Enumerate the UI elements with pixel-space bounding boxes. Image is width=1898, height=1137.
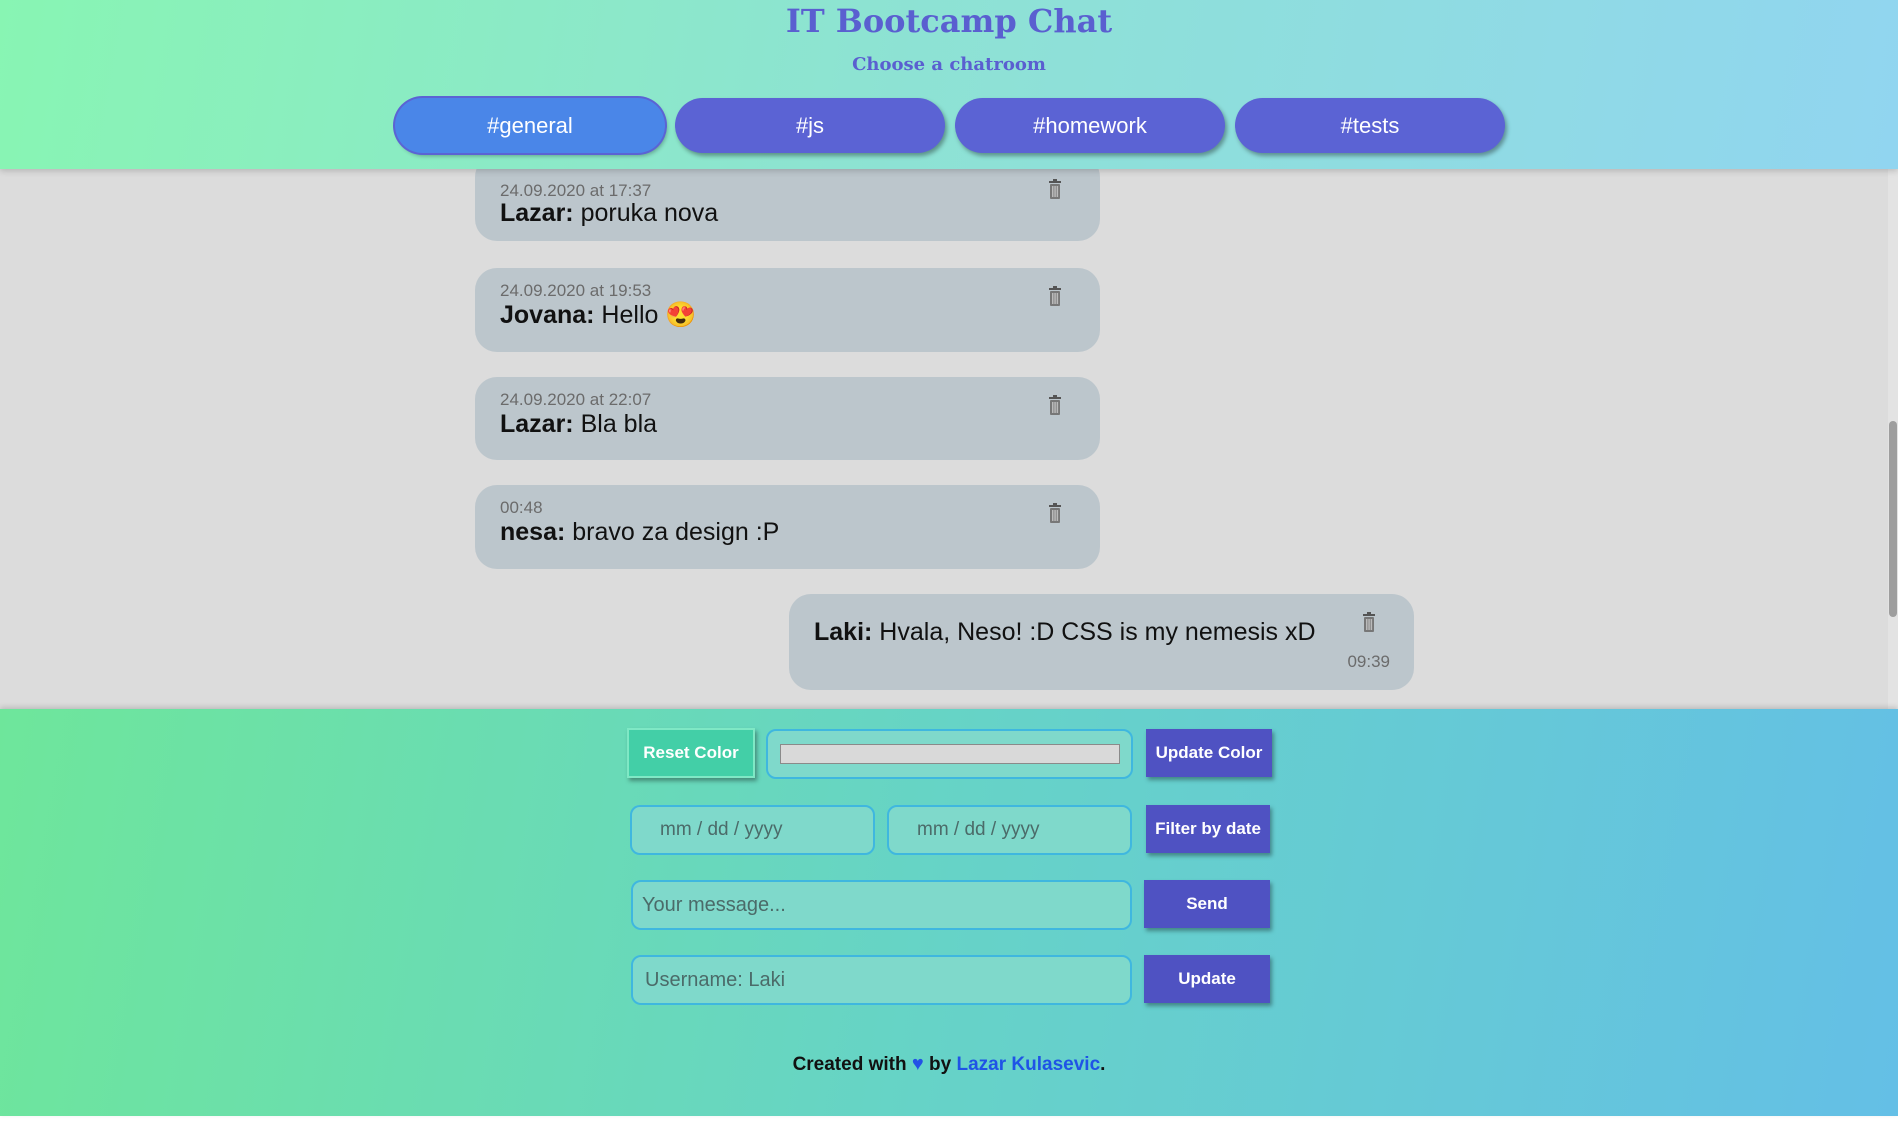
message-time: 24.09.2020 at 19:53	[500, 281, 652, 300]
message-time: 24.09.2020 at 22:07	[500, 390, 652, 409]
message-time: 09:39	[1347, 652, 1390, 671]
heart-icon: ♥	[911, 1053, 924, 1075]
page-subtitle: Choose a chatroom	[852, 54, 1046, 75]
message-content: Lazar: poruka nova	[500, 199, 718, 228]
author-link[interactable]: Lazar Kulasevic	[957, 1054, 1101, 1075]
message-text: Hello 😍	[594, 301, 697, 329]
footer-suffix: .	[1100, 1054, 1106, 1075]
trash-icon[interactable]	[1048, 179, 1062, 199]
chatroom-nav: #general #js #homework #tests	[395, 98, 1505, 153]
message-time: 24.09.2020 at 17:37	[500, 181, 652, 200]
control-panel: Reset Color Update Color mm / dd / yyyy …	[0, 709, 1898, 1116]
message-text: Bla bla	[573, 410, 658, 438]
page-title: IT Bootcamp Chat	[785, 2, 1113, 40]
trash-icon[interactable]	[1362, 612, 1376, 632]
message-content: nesa: bravo za design :P	[500, 518, 779, 547]
message-item-own: Laki: Hvala, Neso! :D CSS is my nemesis …	[789, 594, 1414, 690]
username-input[interactable]: Username: Laki	[631, 955, 1132, 1005]
message-username: Lazar:	[500, 199, 574, 227]
update-color-button[interactable]: Update Color	[1146, 729, 1272, 777]
message-input[interactable]: Your message...	[631, 880, 1132, 930]
message-item: 24.09.2020 at 17:37 Lazar: poruka nova	[475, 169, 1100, 241]
message-item: 00:48 nesa: bravo za design :P	[475, 485, 1100, 569]
message-text: Hvala, Neso! :D CSS is my nemesis xD	[872, 618, 1316, 646]
room-button-js[interactable]: #js	[675, 98, 945, 153]
message-item: 24.09.2020 at 22:07 Lazar: Bla bla	[475, 377, 1100, 460]
footer-credit: Created with ♥ by Lazar Kulasevic.	[0, 1053, 1898, 1076]
message-text: bravo za design :P	[565, 518, 780, 546]
footer-prefix: Created with	[792, 1054, 907, 1075]
footer-by: by	[929, 1054, 952, 1075]
chat-app: IT Bootcamp Chat Choose a chatroom #gene…	[0, 0, 1898, 1137]
message-username: Lazar:	[500, 410, 574, 438]
color-input-field	[766, 729, 1133, 779]
message-username: nesa:	[500, 518, 566, 546]
room-button-general[interactable]: #general	[395, 98, 665, 153]
message-content: Jovana: Hello 😍	[500, 301, 696, 330]
trash-icon[interactable]	[1048, 503, 1062, 523]
room-button-tests[interactable]: #tests	[1235, 98, 1505, 153]
trash-icon[interactable]	[1048, 395, 1062, 415]
message-username: Jovana:	[500, 301, 595, 329]
send-button[interactable]: Send	[1144, 880, 1270, 928]
date-to-input[interactable]: mm / dd / yyyy	[887, 805, 1132, 855]
room-button-homework[interactable]: #homework	[955, 98, 1225, 153]
scrollbar-thumb[interactable]	[1889, 421, 1897, 617]
message-username: Laki:	[814, 618, 873, 646]
message-item: 24.09.2020 at 19:53 Jovana: Hello 😍	[475, 268, 1100, 352]
update-username-button[interactable]: Update	[1144, 955, 1270, 1003]
scrollbar[interactable]	[1888, 169, 1898, 709]
filter-by-date-button[interactable]: Filter by date	[1146, 805, 1270, 853]
message-list: 24.09.2020 at 17:37 Lazar: poruka nova 2…	[0, 169, 1898, 709]
date-from-input[interactable]: mm / dd / yyyy	[630, 805, 875, 855]
message-content: Lazar: Bla bla	[500, 410, 657, 439]
reset-color-button[interactable]: Reset Color	[627, 728, 755, 778]
message-text: poruka nova	[573, 199, 719, 227]
color-picker[interactable]	[780, 744, 1120, 764]
message-content: Laki: Hvala, Neso! :D CSS is my nemesis …	[814, 618, 1316, 647]
message-time: 00:48	[500, 498, 543, 517]
trash-icon[interactable]	[1048, 286, 1062, 306]
header: IT Bootcamp Chat Choose a chatroom #gene…	[0, 0, 1898, 169]
